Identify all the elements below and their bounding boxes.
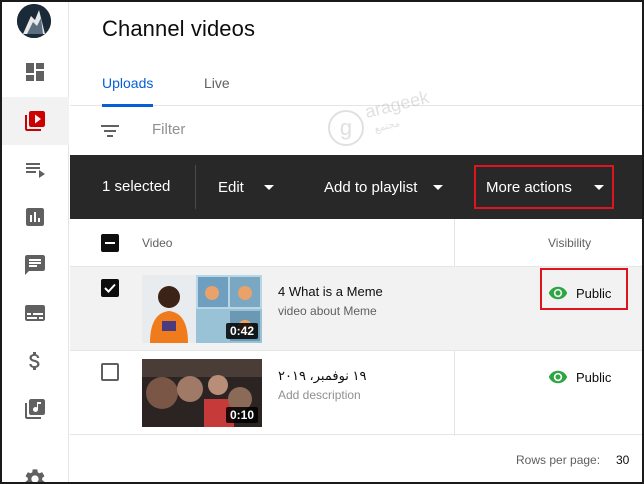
tab-live[interactable]: Live [204,60,230,106]
add-to-playlist-button[interactable]: Add to playlist [324,155,444,219]
table-header: Video Visibility [70,219,642,267]
table-row[interactable]: 0:10 ١٩ نوفمبر، ٢٠١٩ Add description Pub… [70,351,642,435]
caret-down-icon [263,184,274,190]
toolbar-divider [195,165,196,209]
content-icon[interactable] [0,97,69,145]
row-checkbox[interactable] [101,363,119,381]
video-title[interactable]: 4 What is a Meme [278,284,383,299]
select-all-checkbox[interactable] [101,234,119,252]
videos-table: Video Visibility 0:42 4 What is a Meme v… [70,219,642,435]
subtitles-icon[interactable] [0,289,69,337]
caret-down-icon [433,184,444,190]
rows-per-page-select[interactable]: 30 [616,453,629,467]
watermark-g-icon: g [328,110,364,146]
video-title[interactable]: ١٩ نوفمبر، ٢٠١٩ [278,368,367,384]
selected-count: 1 selected [102,178,171,195]
table-footer: Rows per page: 30 [70,436,642,484]
settings-icon[interactable] [0,455,69,484]
visibility-label: Public [576,369,612,385]
video-thumbnail[interactable]: 0:10 [142,359,262,427]
comments-icon[interactable] [0,241,69,289]
table-row[interactable]: 0:42 4 What is a Meme video about Meme P… [70,267,642,351]
visibility-status[interactable]: Public [548,367,611,387]
sidebar [0,0,69,484]
playlists-icon[interactable] [0,145,69,193]
monetization-icon[interactable] [0,337,69,385]
caret-down-icon [593,184,604,190]
more-actions-button[interactable]: More actions [474,165,614,209]
video-description[interactable]: Add description [278,388,361,402]
page-title: Channel videos [102,16,256,41]
tab-uploads[interactable]: Uploads [102,60,154,107]
visibility-status[interactable]: Public [548,283,611,303]
column-header-video: Video [142,236,173,250]
video-thumbnail[interactable]: 0:42 [142,275,262,343]
video-duration: 0:10 [225,407,258,423]
column-header-visibility: Visibility [548,236,592,250]
eye-icon [548,370,568,384]
video-duration: 0:42 [225,323,258,339]
filter-input[interactable] [152,121,352,138]
add-to-playlist-label: Add to playlist [324,178,418,196]
edit-label: Edit [218,178,244,196]
audio-library-icon[interactable] [0,385,69,433]
selection-toolbar: 1 selected Edit Add to playlist More act… [70,155,642,219]
more-actions-label: More actions [486,178,572,196]
row-checkbox[interactable] [101,279,119,297]
avatar[interactable] [17,4,51,38]
eye-icon [548,286,568,300]
dashboard-icon[interactable] [0,48,69,96]
analytics-icon[interactable] [0,193,69,241]
watermark-logo: g arageek مجتمع [328,87,468,160]
visibility-label: Public [576,285,612,301]
video-description: video about Meme [278,304,377,318]
filter-icon[interactable] [98,119,122,143]
edit-dropdown-button[interactable]: Edit [218,155,274,219]
rows-per-page-label: Rows per page: [516,453,601,467]
